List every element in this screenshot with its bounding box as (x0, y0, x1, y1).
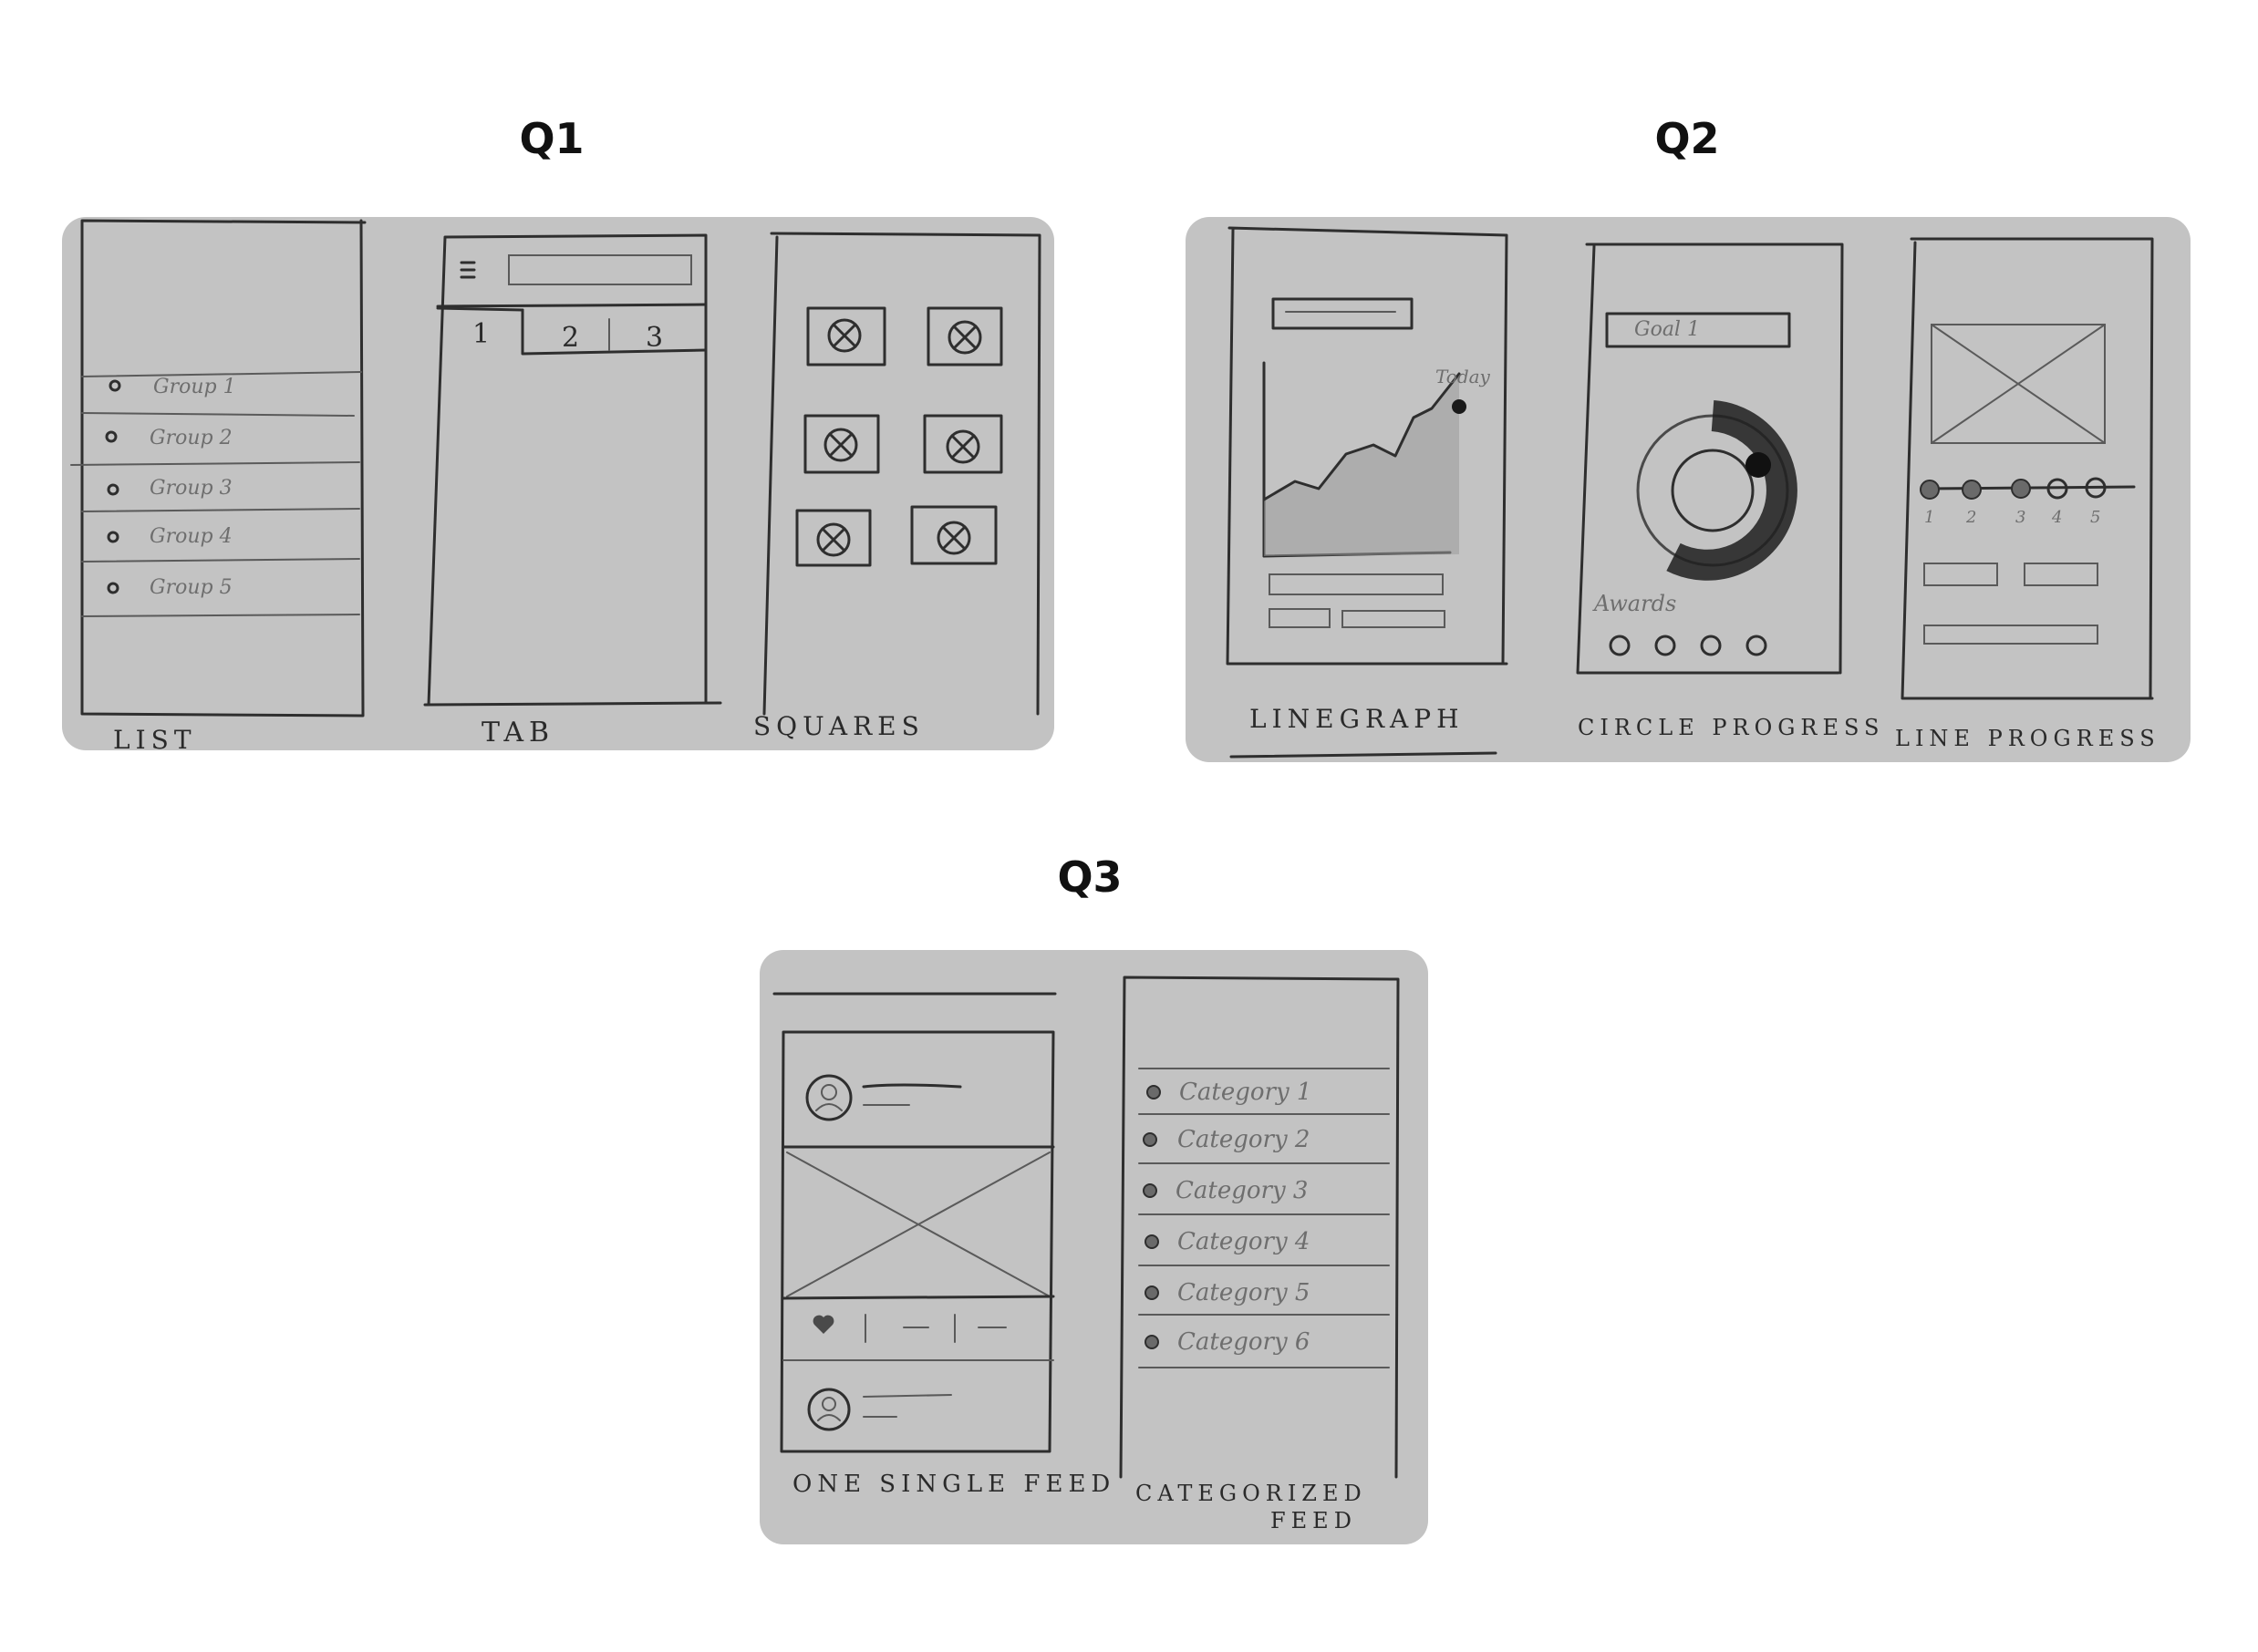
tab-2: 2 (562, 322, 585, 354)
awards-heading: Awards (1592, 591, 1676, 616)
category-item: Category 3 (1176, 1177, 1308, 1204)
goal-field: Goal 1 (1634, 318, 1700, 341)
squares-screen: SQUARES (753, 232, 1041, 741)
circle-progress-label: CIRCLE PROGRESS (1578, 715, 1884, 740)
category-item: Category 1 (1179, 1079, 1311, 1106)
list-label: LIST (113, 725, 197, 750)
step-label: 4 (2051, 508, 2062, 527)
linegraph-screen: Today LINEGRAPH (1226, 226, 1508, 734)
tab-1: 1 (472, 318, 495, 350)
single-feed-screen: ONE SINGLE FEED (772, 992, 1115, 1498)
list-item: Group 5 (150, 576, 233, 599)
q2-sketch-panel: Today LINEGRAPH Goal 1 Awards CIRCLE PRO… (1186, 217, 2191, 762)
category-item: Category 5 (1177, 1279, 1310, 1306)
category-item: Category 2 (1177, 1126, 1310, 1153)
step-label: 3 (2015, 508, 2025, 527)
q1-title: Q1 (519, 114, 585, 163)
q1-sketch-panel: Group 1 Group 2 Group 3 Group 4 Group 5 … (62, 217, 1054, 750)
list-item: Group 4 (150, 525, 233, 548)
today-annotation: Today (1435, 366, 1491, 387)
linegraph-label: LINEGRAPH (1249, 704, 1465, 734)
tab-label: TAB (482, 717, 554, 749)
q3-title: Q3 (1057, 852, 1123, 902)
list-item: Group 1 (153, 376, 236, 398)
circle-progress-screen: Goal 1 Awards CIRCLE PROGRESS (1576, 243, 1884, 740)
step-label: 2 (1965, 508, 1976, 527)
category-item: Category 6 (1177, 1328, 1310, 1356)
line-progress-screen: 1 2 3 4 5 LINE PROGRESS (1895, 237, 2160, 751)
line-progress-label: LINE PROGRESS (1895, 726, 2160, 751)
step-label: 5 (2090, 508, 2100, 527)
list-item: Group 3 (150, 477, 233, 500)
categorized-feed-screen: Category 1 Category 2 Category 3 Categor… (1119, 976, 1400, 1533)
single-feed-label: ONE SINGLE FEED (792, 1471, 1115, 1498)
category-item: Category 4 (1177, 1228, 1310, 1255)
q2-title: Q2 (1654, 114, 1720, 163)
tab-screen: 1 2 3 TAB (423, 233, 722, 749)
q3-sketch-panel: ONE SINGLE FEED Category 1 Category 2 Ca… (760, 950, 1428, 1544)
categorized-feed-label: CATEGORIZED (1135, 1481, 1367, 1506)
list-screen: Group 1 Group 2 Group 3 Group 4 Group 5 … (70, 219, 367, 750)
list-item: Group 2 (150, 427, 233, 449)
tab-3: 3 (646, 322, 668, 354)
categorized-feed-label-line2: FEED (1270, 1508, 1357, 1533)
step-label: 1 (1924, 508, 1934, 527)
squares-label: SQUARES (753, 711, 925, 741)
